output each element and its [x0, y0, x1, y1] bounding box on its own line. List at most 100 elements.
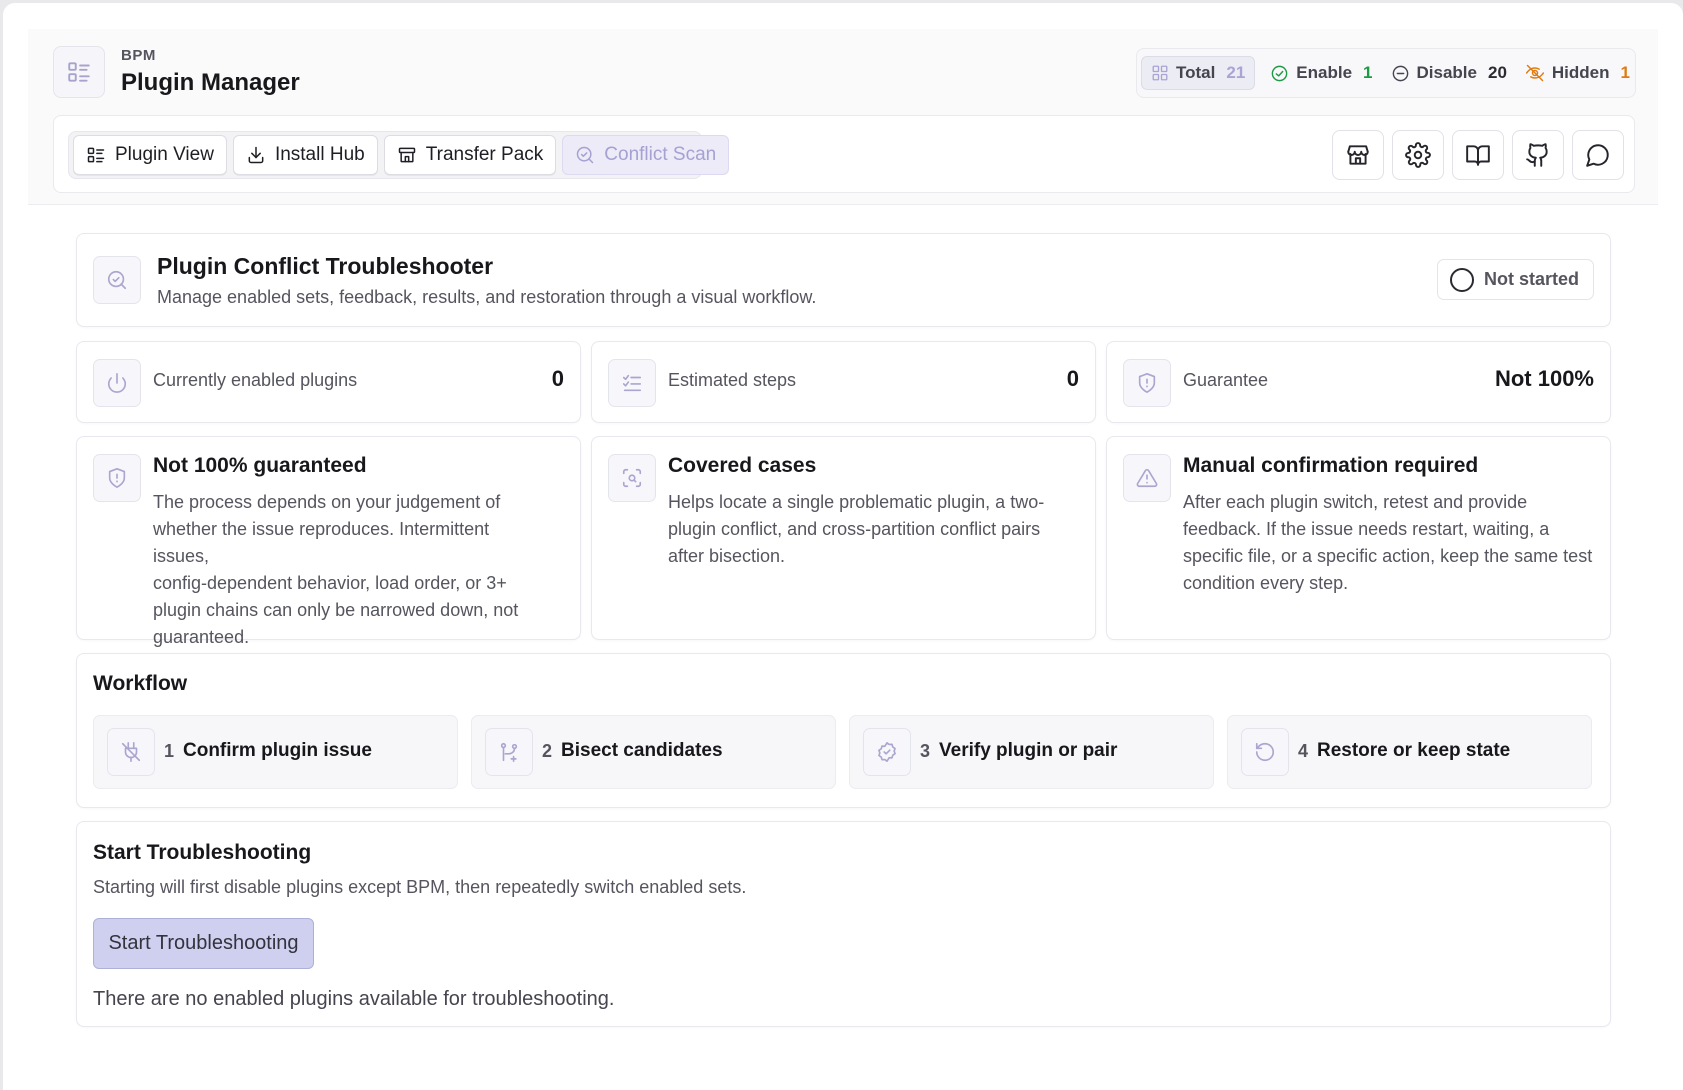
step-label: Restore or keep state [1317, 740, 1511, 761]
shield-icon [1123, 359, 1171, 407]
stat-total[interactable]: Total 21 [1141, 56, 1256, 90]
workflow-title: Workflow [93, 672, 188, 695]
info-text: After each plugin switch, retest and pro… [1183, 492, 1593, 593]
check-circle-icon [1271, 65, 1288, 81]
stat-total-value: 21 [1226, 63, 1246, 82]
stat-hidden-value: 1 [1620, 63, 1630, 82]
metric-label: Currently enabled plugins [153, 370, 358, 390]
start-description: Starting will first disable plugins exce… [93, 877, 747, 897]
troubleshooter-description: Manage enabled sets, feedback, results, … [157, 287, 817, 307]
stat-disable-label: Disable [1416, 63, 1477, 82]
stat-enable[interactable]: Enable 1 [1261, 56, 1381, 90]
circle-icon [1449, 267, 1474, 292]
list-icon [87, 147, 105, 163]
gear-icon [1405, 142, 1431, 168]
workflow-step: 2 Bisect candidates [471, 715, 836, 789]
badge-check-icon [863, 728, 911, 776]
start-note: There are no enabled plugins available f… [93, 988, 615, 1010]
rotate-ccw-icon [1241, 728, 1289, 776]
start-title: Start Troubleshooting [93, 841, 312, 864]
info-card-manual-confirmation: Manual confirmation required After each … [1106, 436, 1611, 640]
stat-enable-label: Enable [1296, 63, 1353, 82]
metric-guarantee: Guarantee Not 100% [1106, 341, 1611, 423]
settings-button[interactable] [1392, 130, 1444, 180]
stat-disable[interactable]: Disable 20 [1382, 56, 1516, 90]
info-title: Covered cases [668, 454, 817, 477]
tab-label: Install Hub [274, 144, 365, 165]
start-troubleshooting-button[interactable]: Start Troubleshooting [93, 918, 314, 969]
search-scan-icon [93, 256, 141, 304]
store-button[interactable] [1332, 130, 1384, 180]
chat-icon [1586, 144, 1609, 167]
github-icon [1526, 143, 1548, 167]
metric-value: Not 100% [1494, 366, 1594, 391]
book-icon [1466, 145, 1490, 166]
git-branch-icon [485, 728, 533, 776]
metric-value: 0 [551, 366, 564, 391]
toolbar-actions [1332, 130, 1624, 180]
step-number: 2 [542, 741, 553, 761]
toolbar: Plugin View Install Hub Transfer Pack Co… [53, 115, 1635, 193]
stat-hidden-label: Hidden [1551, 63, 1610, 82]
metric-label: Guarantee [1183, 370, 1269, 390]
eye-off-icon [1525, 64, 1544, 82]
plugin-stats: Total 21 Enable 1 Disable 20 Hidden 1 [1136, 48, 1636, 98]
step-number: 4 [1298, 741, 1309, 761]
feedback-button[interactable] [1572, 130, 1624, 180]
troubleshooter-card: Plugin Conflict Troubleshooter Manage en… [76, 233, 1611, 327]
step-label: Verify plugin or pair [939, 740, 1118, 761]
minus-circle-icon [1392, 65, 1408, 81]
start-card: Start Troubleshooting Starting will firs… [76, 821, 1611, 1027]
metric-enabled-plugins: Currently enabled plugins 0 [76, 341, 581, 423]
info-card-covered-cases: Covered cases Helps locate a single prob… [591, 436, 1096, 640]
store-icon [1347, 145, 1369, 165]
stat-total-label: Total [1176, 63, 1216, 82]
shield-alert-icon [93, 454, 141, 502]
app-window: BPM Plugin Manager Total 21 Enable 1 Dis… [3, 3, 1683, 1090]
page-title: Plugin Manager [121, 69, 300, 96]
docs-button[interactable] [1452, 130, 1504, 180]
troubleshooter-title: Plugin Conflict Troubleshooter [157, 253, 494, 279]
grid-icon [1152, 65, 1168, 81]
tab-label: Transfer Pack [425, 144, 544, 165]
workflow-card: Workflow 1 Confirm plugin issue 2 Bisect… [76, 653, 1611, 808]
status-text: Not started [1483, 269, 1579, 289]
info-title: Not 100% guaranteed [153, 454, 367, 477]
tab-install-hub[interactable]: Install Hub [232, 135, 378, 175]
app-logo-icon [53, 46, 105, 98]
tab-label: Plugin View [115, 144, 214, 165]
download-icon [248, 146, 264, 164]
step-label: Bisect candidates [561, 740, 723, 761]
stat-enable-value: 1 [1363, 63, 1373, 82]
stat-disable-value: 20 [1487, 63, 1507, 82]
tab-conflict-scan[interactable]: Conflict Scan [562, 135, 730, 175]
tab-label: Conflict Scan [604, 144, 717, 165]
plug-off-icon [107, 728, 155, 776]
view-tabs: Plugin View Install Hub Transfer Pack Co… [68, 131, 730, 179]
info-card-not-guaranteed: Not 100% guaranteed The process depends … [76, 436, 581, 647]
github-button[interactable] [1512, 130, 1564, 180]
metric-estimated-steps: Estimated steps 0 [591, 341, 1096, 423]
tab-transfer-pack[interactable]: Transfer Pack [383, 135, 557, 175]
metric-value: 0 [1066, 366, 1079, 391]
workflow-step: 1 Confirm plugin issue [93, 715, 458, 789]
search-scan-icon [577, 146, 594, 164]
app-subtitle: BPM [121, 47, 156, 64]
checklist-icon [608, 359, 656, 407]
tab-plugin-view[interactable]: Plugin View [73, 135, 227, 175]
status-badge: Not started [1436, 259, 1594, 300]
stat-hidden[interactable]: Hidden 1 [1516, 56, 1639, 90]
header: BPM Plugin Manager Total 21 Enable 1 Dis… [28, 29, 1658, 205]
warning-icon [1123, 454, 1171, 502]
scan-search-icon [608, 454, 656, 502]
step-label: Confirm plugin issue [183, 740, 372, 761]
workflow-step: 4 Restore or keep state [1227, 715, 1592, 789]
info-title: Manual confirmation required [1183, 454, 1479, 477]
step-number: 3 [920, 741, 931, 761]
workflow-step: 3 Verify plugin or pair [849, 715, 1214, 789]
info-text: The process depends on your judgement of… [153, 492, 519, 647]
power-icon [93, 359, 141, 407]
step-number: 1 [164, 741, 175, 761]
info-text: Helps locate a single problematic plugin… [668, 492, 1045, 566]
metric-label: Estimated steps [668, 370, 797, 390]
